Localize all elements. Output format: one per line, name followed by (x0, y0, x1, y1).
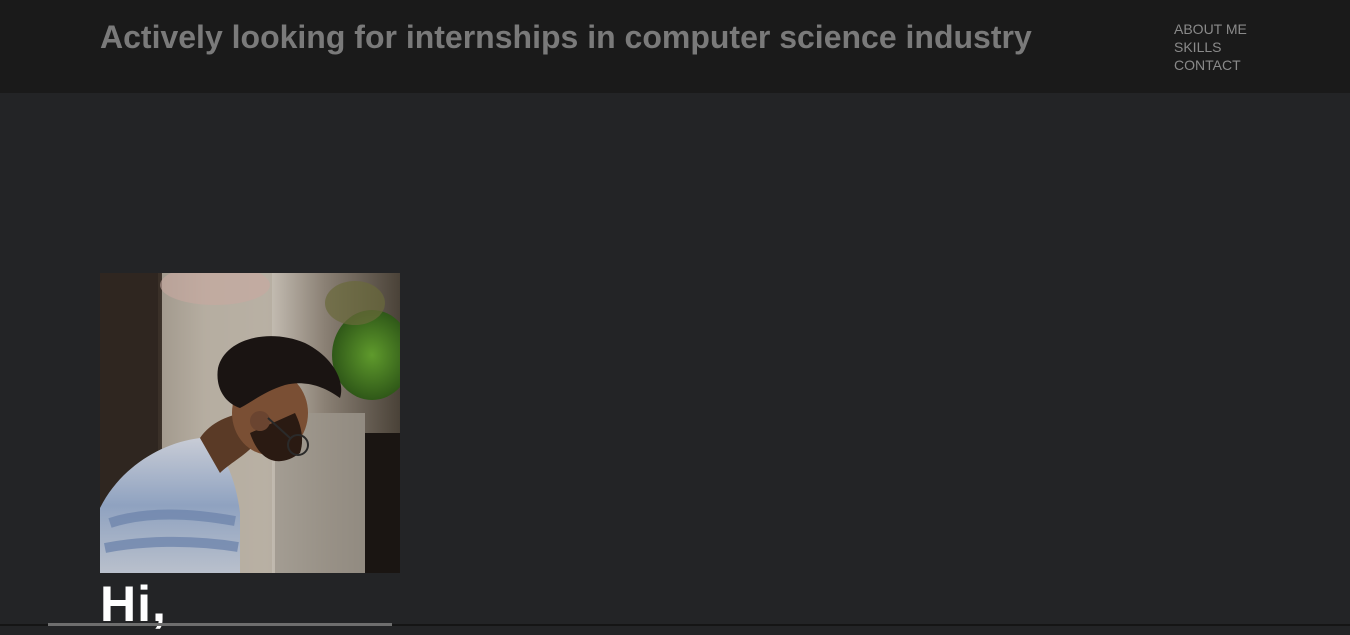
nav-item-skills[interactable]: SKILLS (1174, 38, 1247, 56)
nav-item-about-me[interactable]: ABOUT ME (1174, 20, 1247, 38)
main-nav: ABOUT ME SKILLS CONTACT (1174, 20, 1247, 74)
nav-item-contact[interactable]: CONTACT (1174, 56, 1247, 74)
site-header: Actively looking for internships in comp… (0, 0, 1350, 93)
profile-photo (100, 273, 400, 573)
site-title: Actively looking for internships in comp… (100, 19, 1032, 55)
